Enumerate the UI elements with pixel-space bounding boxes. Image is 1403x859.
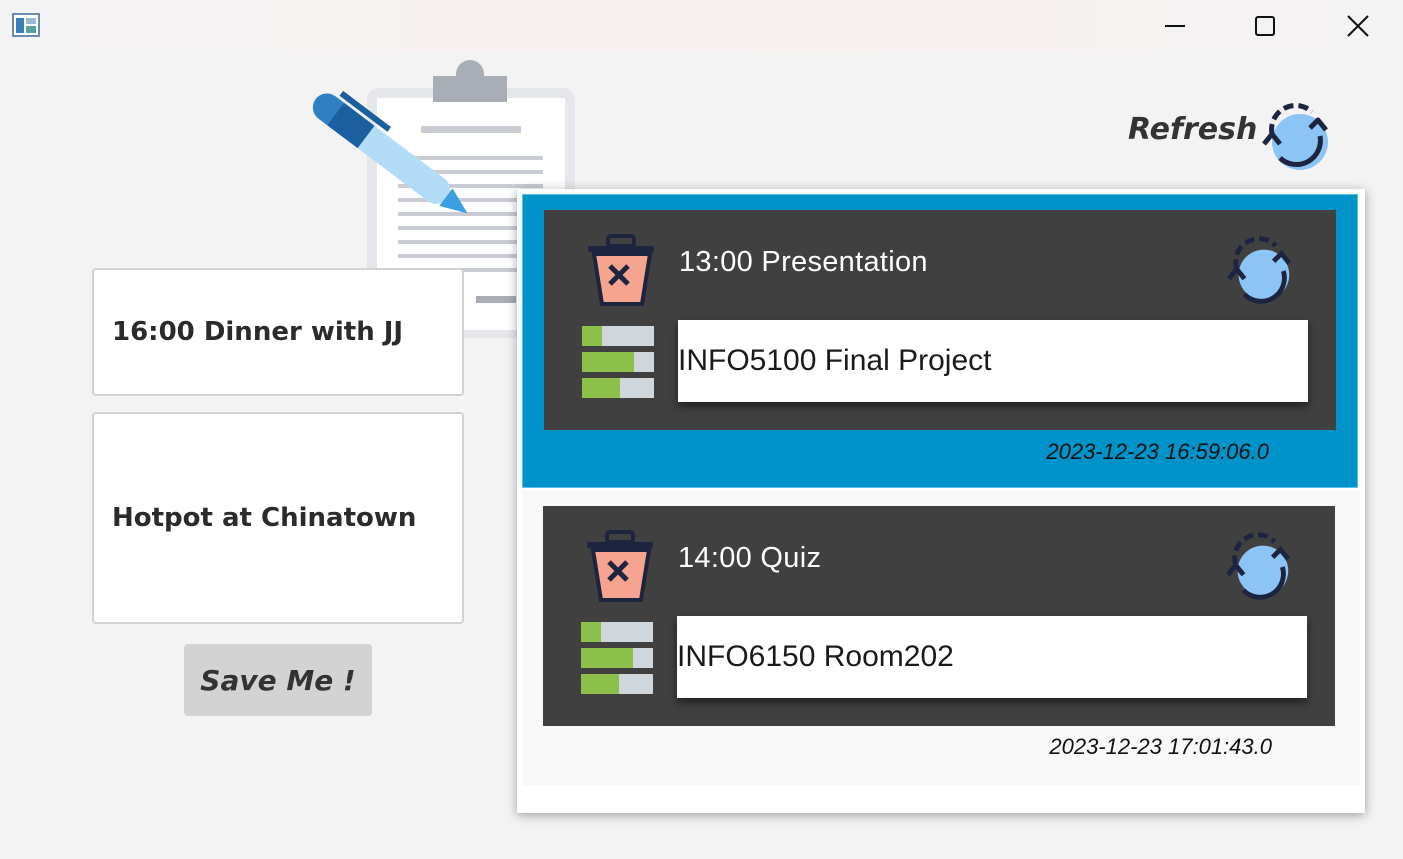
refresh-label[interactable]: Refresh xyxy=(1128,112,1257,147)
maximize-button[interactable] xyxy=(1220,0,1310,52)
update-refresh-icon[interactable] xyxy=(1219,530,1301,602)
note-card: 14:00 Quiz INFO6150 Room202 xyxy=(543,506,1335,726)
close-button[interactable] xyxy=(1313,0,1403,52)
note-description: INFO5100 Final Project xyxy=(678,320,1308,402)
note-body-value: Hotpot at Chinatown xyxy=(112,503,417,533)
notes-list[interactable]: 13:00 Presentation INFO5100 Final Projec… xyxy=(517,189,1365,813)
delete-trash-icon[interactable] xyxy=(580,232,660,306)
minimize-button[interactable] xyxy=(1130,0,1220,52)
maximize-icon xyxy=(1255,16,1275,36)
note-list-item[interactable]: 13:00 Presentation INFO5100 Final Projec… xyxy=(522,194,1358,488)
progress-bars-icon xyxy=(581,622,653,694)
note-title: 13:00 Presentation xyxy=(679,246,928,278)
note-description: INFO6150 Room202 xyxy=(677,616,1307,698)
note-card: 13:00 Presentation INFO5100 Final Projec… xyxy=(544,210,1336,430)
note-title-input[interactable]: 16:00 Dinner with JJ xyxy=(92,268,464,396)
close-icon xyxy=(1347,15,1369,37)
app-icon xyxy=(12,13,40,37)
note-timestamp: 2023-12-23 16:59:06.0 xyxy=(1046,439,1269,464)
note-title-value: 16:00 Dinner with JJ xyxy=(112,317,404,347)
delete-trash-icon[interactable] xyxy=(579,528,659,602)
minimize-icon xyxy=(1165,25,1185,27)
update-refresh-icon[interactable] xyxy=(1220,234,1302,306)
title-bar xyxy=(0,0,1403,52)
note-list-item[interactable]: 14:00 Quiz INFO6150 Room202 2023-12-23 1… xyxy=(522,490,1360,786)
note-title: 14:00 Quiz xyxy=(678,542,822,574)
note-timestamp: 2023-12-23 17:01:43.0 xyxy=(1049,734,1272,759)
note-body-input[interactable]: Hotpot at Chinatown xyxy=(92,412,464,624)
refresh-icon[interactable] xyxy=(1256,98,1338,172)
save-button[interactable]: Save Me ! xyxy=(184,644,372,716)
progress-bars-icon xyxy=(582,326,654,398)
